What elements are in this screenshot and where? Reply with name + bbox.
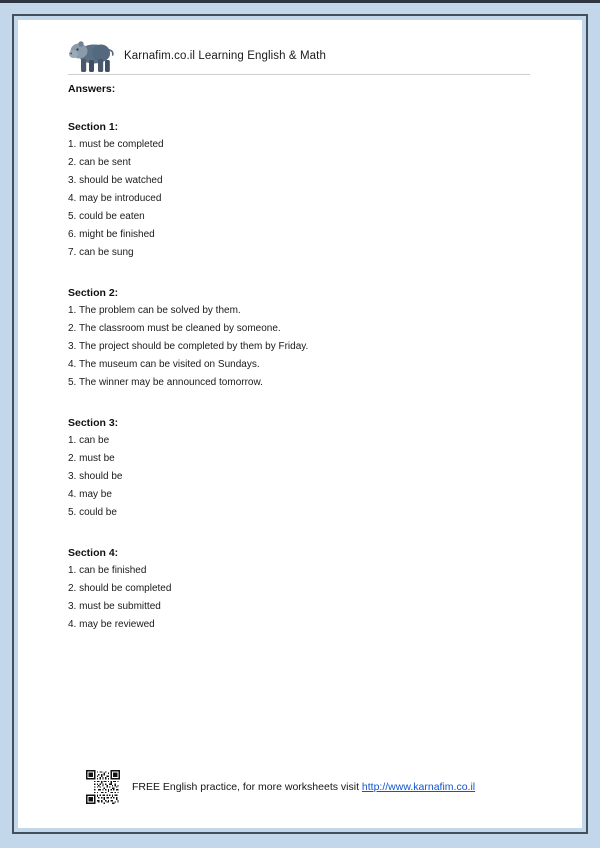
document-footer: FREE English practice, for more workshee… <box>86 770 556 804</box>
answer-item: 2. can be sent <box>68 157 131 168</box>
answer-item: 3. should be <box>68 471 123 482</box>
section-1-title: Section 1: <box>68 121 119 133</box>
section-1: Section 1: 1. must be completed 2. can b… <box>68 118 548 262</box>
answer-item: 4. may be <box>68 489 112 500</box>
paper-sheet: Karnafim.co.il Learning English & Math A… <box>18 20 582 828</box>
answer-item: 1. must be completed <box>68 139 164 150</box>
answer-item: 4. may be introduced <box>68 193 162 204</box>
answer-item: 1. can be <box>68 435 110 446</box>
section-4: Section 4: 1. can be finished 2. should … <box>68 544 548 634</box>
document-body: Answers: Section 1: 1. must be completed… <box>68 82 548 634</box>
answer-item: 1. The problem can be solved by them. <box>68 305 241 316</box>
answer-item: 2. The classroom must be cleaned by some… <box>68 323 281 334</box>
answer-item: 4. The museum can be visited on Sundays. <box>68 359 260 370</box>
hippo-logo-icon <box>69 41 114 72</box>
answer-item: 2. should be completed <box>68 583 172 594</box>
answer-item: 5. could be eaten <box>68 211 145 222</box>
document-header: Karnafim.co.il Learning English & Math <box>68 32 532 80</box>
brand-title: Karnafim.co.il Learning English & Math <box>124 50 326 62</box>
karnafim-website-link[interactable]: http://www.karnafim.co.il <box>362 781 475 793</box>
section-2: Section 2: 1. The problem can be solved … <box>68 284 548 392</box>
answer-item: 5. The winner may be announced tomorrow. <box>68 377 263 388</box>
answer-item: 7. can be sung <box>68 247 134 258</box>
section-2-answers: 1. The problem can be solved by them. 2.… <box>68 302 548 392</box>
answers-heading: Answers: <box>68 83 116 95</box>
answer-item: 3. should be watched <box>68 175 163 186</box>
header-divider <box>68 74 530 75</box>
section-3-answers: 1. can be 2. must be 3. should be 4. may… <box>68 432 548 522</box>
footer-message: FREE English practice, for more workshee… <box>132 781 362 793</box>
answer-item: 2. must be <box>68 453 115 464</box>
answer-item: 3. The project should be completed by th… <box>68 341 309 352</box>
answer-item: 5. could be <box>68 507 117 518</box>
answer-item: 4. may be reviewed <box>68 619 155 630</box>
qr-code-icon <box>86 770 120 804</box>
section-3-title: Section 3: <box>68 417 119 429</box>
answer-item: 6. might be finished <box>68 229 155 240</box>
section-4-title: Section 4: <box>68 547 119 559</box>
section-3: Section 3: 1. can be 2. must be 3. shoul… <box>68 414 548 522</box>
answer-item: 3. must be submitted <box>68 601 161 612</box>
footer-text: FREE English practice, for more workshee… <box>132 781 475 793</box>
answer-item: 1. can be finished <box>68 565 147 576</box>
worksheet-page: Karnafim.co.il Learning English & Math A… <box>0 0 600 852</box>
section-4-answers: 1. can be finished 2. should be complete… <box>68 562 548 634</box>
section-2-title: Section 2: <box>68 287 119 299</box>
section-1-answers: 1. must be completed 2. can be sent 3. s… <box>68 136 548 262</box>
